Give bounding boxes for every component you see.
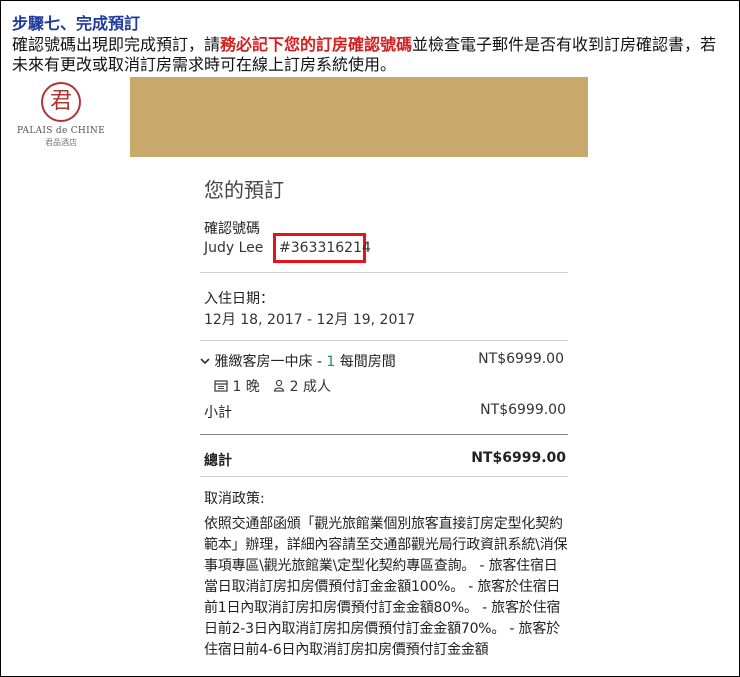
logo-seal: 君 [41,82,81,122]
checkin-label: 入住日期： [204,291,274,307]
divider [200,476,568,477]
stay-dates: 12月 18, 2017 - 12月 19, 2017 [204,312,416,328]
calendar-icon [214,379,228,396]
booking-title: 您的預訂 [204,178,284,202]
cancellation-policy-text: 依照交通部函頒「觀光旅館業個別旅客直接訂房定型化契約範本」辦理，詳細內容請至交通… [204,516,568,658]
confirmation-label: 確認號碼 [204,221,260,237]
room-name: 雅緻客房一中床 - [214,354,327,370]
hotel-logo: 君 PALAIS de CHINE 君品酒店 [12,82,110,156]
person-icon [273,379,285,396]
confirmation-number: #363316214 [279,240,371,256]
intro-paragraph: 確認號碼出現即完成預訂，請務必記下您的訂房確認號碼並檢查電子郵件是否有收到訂房確… [12,35,728,75]
room-details: 1 晚 2 成人 [214,376,331,396]
guest-name: Judy Lee [204,240,264,256]
room-suffix: 每間房間 [335,354,396,370]
step-title: 步驟七、完成預訂 [12,14,141,33]
cancellation-policy-title: 取消政策: [204,491,265,507]
room-count: 1 [326,354,336,370]
total-value: NT$6999.00 [471,450,566,466]
logo-name: PALAIS de CHINE [17,126,105,136]
subtotal-value: NT$6999.00 [480,402,566,418]
room-price: NT$6999.00 [478,351,564,367]
subtotal-label: 小計 [204,405,232,421]
divider [200,272,568,273]
adults-count: 2 成人 [289,379,331,395]
intro-text-start: 確認號碼出現即完成預訂，請 [12,35,221,54]
chevron-down-icon[interactable] [200,354,210,370]
room-line-item[interactable]: 雅緻客房一中床 - 1 每間房間 NT$6999.00 [200,351,568,371]
divider [200,340,568,341]
logo-subtitle: 君品酒店 [45,138,77,147]
intro-emphasis: 務必記下您的訂房確認號碼 [220,35,413,54]
header-banner [130,77,588,157]
divider [200,434,568,435]
nights-count: 1 晚 [232,379,260,395]
total-label: 總計 [204,453,232,469]
